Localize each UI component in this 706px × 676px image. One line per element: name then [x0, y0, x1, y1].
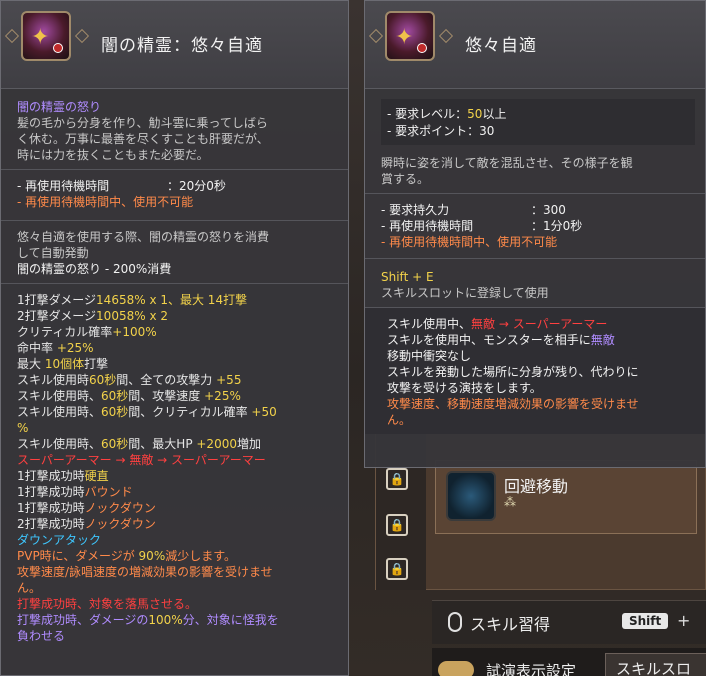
cooldown-note: - 再使用待機時間中、使用不可能: [381, 235, 558, 249]
tooltip-title: 悠々自適: [465, 36, 537, 56]
durability-value: ：300: [531, 203, 566, 217]
skill-card-dodge[interactable]: 回避移動 ⁂: [435, 460, 697, 534]
stats-section: 1打撃ダメージ14658% x 1、最大 14打撃 2打撃ダメージ10058% …: [1, 284, 348, 650]
effect-line: 攻撃速度、移動速度増減効果の影響を受けませ: [387, 397, 639, 411]
tooltip-header: ✦ 闇の精霊：悠々自適: [1, 1, 348, 89]
flavor-section: 闇の精霊の怒り 髪の毛から分身を作り、觔斗雲に乗ってしばら く休む。万事に最善を…: [1, 89, 348, 170]
stat-line: 打撃成功時、ダメージの100%分、対象に怪我を: [17, 613, 279, 627]
stat-line: スキル使用時、60秒間、最大HP +2000増加: [17, 437, 261, 451]
dodge-skill-icon: [446, 471, 496, 521]
stat-line: 2打撃ダメージ10058% x 2: [17, 309, 168, 323]
stat-line: ん。: [17, 581, 42, 595]
stat-line: 打撃成功時、対象を落馬させる。: [17, 597, 198, 611]
consume-value: 闇の精霊の怒り - 200%消費: [17, 262, 172, 276]
diamond-ornament-icon: [438, 28, 454, 44]
mouse-icon: [448, 612, 462, 632]
badge-icon: [53, 43, 63, 53]
cloud-emblem-icon: ✦: [395, 25, 414, 50]
cooldown-value: ：20分0秒: [167, 179, 226, 193]
learn-skill-label: スキル習得: [470, 615, 551, 634]
cooldown-label: - 再使用待機時間: [381, 219, 474, 233]
effect-line: ん。: [387, 413, 412, 427]
desc-line: 瞬時に姿を消して敵を混乱させ、その様子を観: [381, 156, 633, 170]
stat-line: 1打撃ダメージ14658% x 1、最大 14打撃: [17, 293, 248, 307]
demo-toggle[interactable]: [438, 661, 474, 676]
dark-spirit-skill-icon: ✦: [21, 11, 71, 61]
cooldown-section: - 再使用待機時間 ：20分0秒 - 再使用待機時間中、使用不可能: [1, 170, 348, 221]
stat-line: 負わせる: [17, 629, 66, 643]
stat-line: スキル使用時、60秒間、クリティカル確率 +50: [17, 405, 277, 419]
demo-display-setting-label: 試演表示設定: [486, 662, 577, 676]
tooltip-title: 闇の精霊：悠々自適: [101, 36, 263, 56]
plus-sign: +: [677, 611, 691, 630]
desc-section: 瞬時に姿を消して敵を混乱させ、その様子を観 賞する。: [365, 151, 705, 194]
cooldown-value: ：1分0秒: [531, 219, 583, 233]
shortcut-note: スキルスロットに登録して使用: [381, 286, 549, 300]
lock-icon: 🔒: [386, 468, 408, 490]
stat-line: スーパーアーマー → 無敵 → スーパーアーマー: [17, 453, 266, 467]
req-point: - 要求ポイント：30: [387, 124, 495, 138]
effect-line: 移動中衝突なし: [387, 349, 472, 363]
consume-line: 悠々自適を使用する際、闇の精霊の怒りを消費: [17, 230, 270, 244]
cooldown-note: - 再使用待機時間中、使用不可能: [17, 195, 194, 209]
skill-name: 回避移動: [504, 477, 569, 496]
cost-section: - 要求持久力 ：300 - 再使用待機時間 ：1分0秒 - 再使用待機時間中、使用…: [365, 194, 705, 259]
desc-line: 賞する。: [381, 172, 430, 186]
effect-line: スキルを発動した場所に分身が残り、代わりに: [387, 365, 639, 379]
req-level: - 要求レベル：50以上: [387, 107, 507, 121]
stat-line: 1打撃成功時硬直: [17, 469, 109, 483]
stat-line: PVP時に、ダメージが 90%減少します。: [17, 549, 237, 563]
effects-section: スキル使用中、無敵 → スーパーアーマー スキルを使用中、モンスターを相手に無敵…: [365, 308, 705, 434]
shortcut-section: Shift + E スキルスロットに登録して使用: [365, 259, 705, 308]
skill-tooltip-left: ✦ 闇の精霊：悠々自適 闇の精霊の怒り 髪の毛から分身を作り、觔斗雲に乗ってしば…: [0, 0, 349, 676]
stat-line: 最大 10個体打撃: [17, 357, 109, 371]
flavor-line: 時には力を抜くこともまた必要だ。: [17, 148, 209, 162]
stat-line: 1打撃成功時ノックダウン: [17, 501, 156, 515]
consume-line: して自動発動: [17, 246, 89, 260]
lock-icon: 🔒: [386, 558, 408, 580]
skill-tooltip-right: ✦ 悠々自適 - 要求レベル：50以上 - 要求ポイント：30 瞬時に姿を消して…: [364, 0, 706, 468]
lock-icon: 🔒: [386, 514, 408, 536]
cloud-emblem-icon: ✦: [31, 25, 50, 50]
stat-line: ダウンアタック: [17, 533, 102, 547]
dark-spirit-skill-icon: ✦: [385, 11, 435, 61]
diamond-ornament-icon: [74, 28, 90, 44]
diamond-ornament-icon: [368, 28, 384, 44]
skill-slot-button[interactable]: スキルスロ: [605, 653, 706, 676]
flavor-line: く休む。万事に最善を尽くすことも肝要だが、: [17, 132, 269, 146]
flavor-title: 闇の精霊の怒り: [17, 100, 102, 114]
shortcut-key: Shift + E: [381, 270, 434, 284]
shift-key-badge: Shift: [622, 613, 669, 629]
skill-marker-icon: ⁂: [504, 495, 516, 509]
effect-line: スキルを使用中、モンスターを相手に無敵: [387, 333, 615, 347]
stat-line: 2打撃成功時ノックダウン: [17, 517, 156, 531]
effect-line: スキル使用中、無敵 → スーパーアーマー: [387, 317, 608, 331]
badge-icon: [417, 43, 427, 53]
stat-line: クリティカル確率+100%: [17, 325, 157, 339]
flavor-line: 髪の毛から分身を作り、觔斗雲に乗ってしばら: [17, 116, 268, 130]
stat-line: スキル使用時60秒間、全ての攻撃力 +55: [17, 373, 242, 387]
tooltip-header: ✦ 悠々自適: [365, 1, 705, 89]
consume-section: 悠々自適を使用する際、闇の精霊の怒りを消費 して自動発動 闇の精霊の怒り - 2…: [1, 221, 348, 284]
stat-line: 命中率 +25%: [17, 341, 94, 355]
stat-line: 攻撃速度/詠唱速度の増減効果の影響を受けませ: [17, 565, 273, 579]
stat-line: 1打撃成功時バウンド: [17, 485, 133, 499]
effect-line: 攻撃を受ける演技をします。: [387, 381, 542, 395]
cooldown-label: - 再使用待機時間: [17, 179, 110, 193]
requirement-box: - 要求レベル：50以上 - 要求ポイント：30: [381, 99, 695, 145]
durability-label: - 要求持久力: [381, 203, 450, 217]
stat-line: %: [17, 421, 29, 435]
stat-line: スキル使用時、60秒間、攻撃速度 +25%: [17, 389, 241, 403]
diamond-ornament-icon: [4, 28, 20, 44]
